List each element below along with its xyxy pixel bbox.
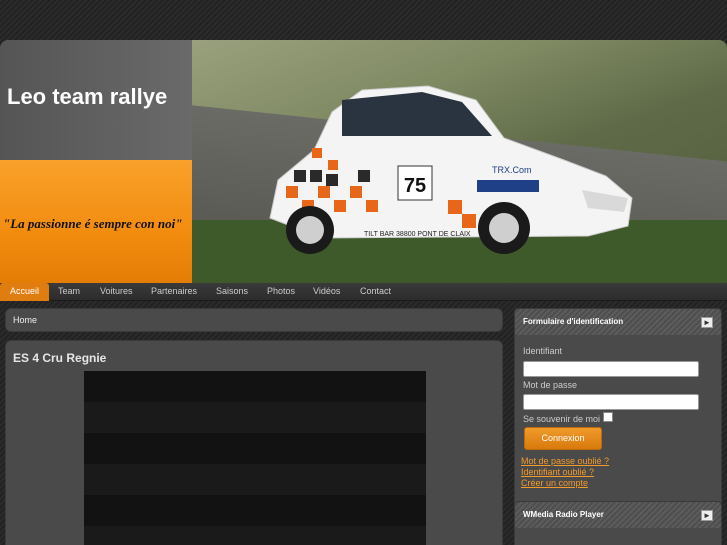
nav-item-accueil[interactable]: Accueil: [0, 283, 50, 301]
username-label: Identifiant: [523, 346, 563, 356]
breadcrumb-home[interactable]: Home: [13, 315, 37, 325]
radio-module: WMedia Radio Player ►: [514, 501, 722, 545]
nav-item-contact[interactable]: Contact: [360, 283, 391, 301]
nav-item-voitures[interactable]: Voitures: [100, 283, 133, 301]
username-field[interactable]: [523, 361, 699, 377]
login-module-header: Formulaire d'identification ►: [515, 309, 721, 335]
site-header: Leo team rallye "La passionne é sempre c…: [0, 40, 727, 283]
nav-item-photos[interactable]: Photos: [267, 283, 295, 301]
header-rally-photo: 75 TRX.Com TILT BAR 38800 PONT DE CLAIX: [192, 40, 727, 283]
rally-car-illustration: 75 TRX.Com TILT BAR 38800 PONT DE CLAIX: [269, 85, 633, 254]
race-number: 75: [404, 175, 426, 197]
car-plate-text: TILT BAR 38800 PONT DE CLAIX: [364, 231, 471, 238]
password-label: Mot de passe: [523, 380, 578, 390]
article: ES 4 Cru Regnie: [5, 340, 503, 545]
nav-item-team[interactable]: Team: [58, 283, 80, 301]
remember-label: Se souvenir de moi: [523, 414, 601, 424]
login-module-title: Formulaire d'identification: [523, 317, 624, 326]
forgot-password-link[interactable]: Mot de passe oublié ?: [521, 456, 609, 466]
site-title: Leo team rallye: [7, 84, 168, 109]
slogan-box: "La passionne é sempre con noi": [0, 160, 192, 283]
video-player[interactable]: [84, 371, 426, 545]
sponsor-text: TRX.Com: [492, 165, 532, 175]
radio-module-title: WMedia Radio Player: [523, 510, 604, 519]
login-module: Formulaire d'identification ► Identifian…: [514, 308, 722, 513]
arrow-right-icon[interactable]: ►: [701, 510, 713, 521]
main-nav: Accueil Team Voitures Partenaires Saison…: [0, 283, 727, 301]
top-band: [0, 0, 727, 40]
login-form: Identifiant Mot de passe Se souvenir de …: [515, 335, 721, 512]
arrow-right-icon[interactable]: ►: [701, 317, 713, 328]
nav-item-partenaires[interactable]: Partenaires: [151, 283, 197, 301]
forgot-username-link[interactable]: Identifiant oublié ?: [521, 467, 594, 477]
article-title: ES 4 Cru Regnie: [13, 351, 107, 365]
breadcrumb: Home: [5, 308, 503, 332]
create-account-link[interactable]: Créer un compte: [521, 478, 588, 488]
header-left-panel: Leo team rallye "La passionne é sempre c…: [0, 40, 192, 283]
slogan: "La passionne é sempre con noi": [3, 216, 183, 231]
radio-module-header: WMedia Radio Player ►: [515, 502, 721, 528]
password-field[interactable]: [523, 394, 699, 410]
remember-checkbox[interactable]: [603, 412, 613, 422]
sponsor-banner: [477, 180, 539, 192]
nav-item-saisons[interactable]: Saisons: [216, 283, 248, 301]
login-button[interactable]: Connexion: [524, 427, 602, 450]
nav-item-videos[interactable]: Vidéos: [313, 283, 340, 301]
